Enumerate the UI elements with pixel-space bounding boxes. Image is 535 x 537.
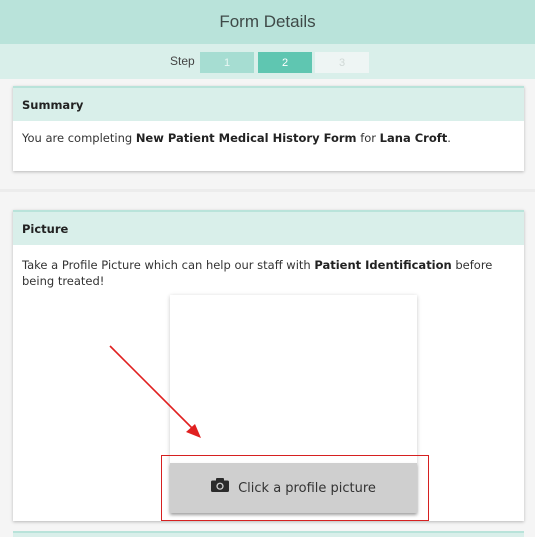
next-card-edge [13, 531, 524, 537]
annotation-arrow-icon [109, 345, 201, 438]
page-header: Form Details [0, 0, 535, 44]
patient-name: Lana Croft [379, 131, 448, 145]
summary-card: Summary You are completing New Patient M… [13, 86, 524, 171]
summary-card-title: Summary [13, 86, 524, 121]
page-title: Form Details [219, 12, 316, 31]
form-name: New Patient Medical History Form [135, 131, 357, 145]
picture-instructions: Take a Profile Picture which can help ou… [22, 258, 493, 288]
step-1[interactable]: 1 [200, 52, 254, 73]
step-label: Step [170, 54, 195, 68]
summary-text: You are completing New Patient Medical H… [22, 131, 451, 145]
picture-card-title: Picture [13, 210, 524, 245]
annotation-highlight-box [161, 455, 429, 521]
step-3[interactable]: 3 [315, 52, 369, 73]
step-indicator: Step 1 2 3 [0, 44, 535, 79]
step-2-active[interactable]: 2 [258, 52, 312, 73]
patient-identification-label: Patient Identification [314, 258, 452, 272]
